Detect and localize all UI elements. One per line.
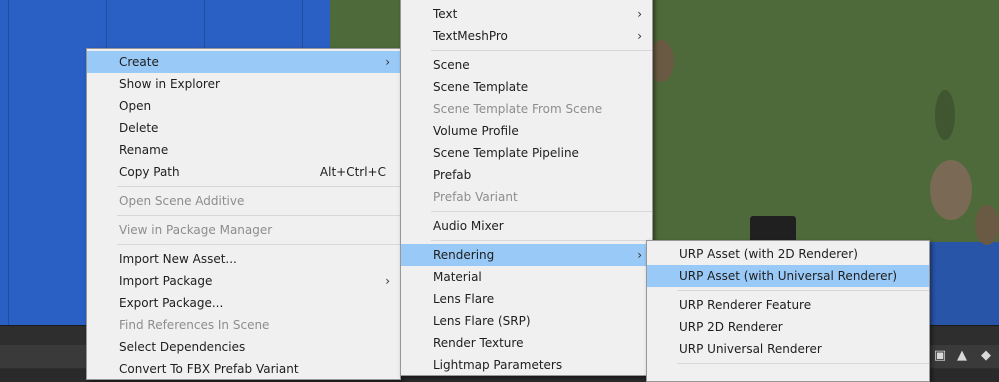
menu-separator xyxy=(677,290,929,291)
menu-item-label: Lens Flare xyxy=(433,292,495,306)
chevron-right-icon: › xyxy=(637,248,642,262)
prefab-icon[interactable]: ▲ xyxy=(952,346,972,366)
menu-item-open-scene-additive: Open Scene Additive xyxy=(87,190,400,212)
chevron-right-icon: › xyxy=(637,7,642,21)
menu-item-label: Create xyxy=(119,55,159,69)
create-submenu: Text › TextMeshPro › Scene Scene Templat… xyxy=(400,0,653,376)
menu-item-delete[interactable]: Delete xyxy=(87,117,400,139)
submenu-item-lens-flare-srp[interactable]: Lens Flare (SRP) xyxy=(401,310,652,332)
submenu-item-prefab-variant: Prefab Variant xyxy=(401,186,652,208)
submenu-item-scene[interactable]: Scene xyxy=(401,54,652,76)
submenu-item-scene-template-from-scene: Scene Template From Scene xyxy=(401,98,652,120)
menu-item-label: Import New Asset... xyxy=(119,252,237,266)
menu-item-label: View in Package Manager xyxy=(119,223,273,237)
menu-item-label: URP Universal Renderer xyxy=(679,342,822,356)
menu-item-label: Rendering xyxy=(433,248,495,262)
menu-item-rename[interactable]: Rename xyxy=(87,139,400,161)
submenu-item-volume-profile[interactable]: Volume Profile xyxy=(401,120,652,142)
submenu-item-material[interactable]: Material xyxy=(401,266,652,288)
submenu-item-urp-renderer-feature[interactable]: URP Renderer Feature xyxy=(647,294,929,316)
shortcut-label: Alt+Ctrl+C xyxy=(319,165,386,179)
submenu-item-lens-flare[interactable]: Lens Flare xyxy=(401,288,652,310)
submenu-item-rendering[interactable]: Rendering › xyxy=(401,244,652,266)
menu-item-convert-to-fbx[interactable]: Convert To FBX Prefab Variant xyxy=(87,358,400,380)
menu-item-view-in-package-manager: View in Package Manager xyxy=(87,219,400,241)
submenu-item-urp-2d-renderer[interactable]: URP 2D Renderer xyxy=(647,316,929,338)
menu-item-label: Rename xyxy=(119,143,169,157)
menu-item-label: Lightmap Parameters xyxy=(433,358,563,372)
menu-item-label: Volume Profile xyxy=(433,124,519,138)
menu-separator xyxy=(431,211,652,212)
menu-item-label: URP 2D Renderer xyxy=(679,320,783,334)
menu-item-open[interactable]: Open xyxy=(87,95,400,117)
menu-item-show-in-explorer[interactable]: Show in Explorer xyxy=(87,73,400,95)
tree-object xyxy=(975,205,999,245)
menu-item-select-dependencies[interactable]: Select Dependencies xyxy=(87,336,400,358)
menu-item-label: Prefab xyxy=(433,168,472,182)
menu-item-find-references: Find References In Scene xyxy=(87,314,400,336)
tag-icon[interactable]: ◆ xyxy=(976,346,996,366)
menu-item-label: URP Asset (with Universal Renderer) xyxy=(679,269,898,283)
submenu-item-prefab[interactable]: Prefab xyxy=(401,164,652,186)
menu-item-label: TextMeshPro xyxy=(433,29,508,43)
menu-item-label: Audio Mixer xyxy=(433,219,504,233)
submenu-item-urp-asset-2d[interactable]: URP Asset (with 2D Renderer) xyxy=(647,243,929,265)
submenu-item-lightmap-parameters[interactable]: Lightmap Parameters xyxy=(401,354,652,376)
submenu-item-urp-asset-universal[interactable]: URP Asset (with Universal Renderer) xyxy=(647,265,929,287)
menu-item-label: Prefab Variant xyxy=(433,190,518,204)
hierarchy-icon[interactable]: ▣ xyxy=(930,346,950,366)
menu-item-copy-path[interactable]: Copy Path Alt+Ctrl+C xyxy=(87,161,400,183)
menu-item-label: Select Dependencies xyxy=(119,340,246,354)
menu-item-label: Render Texture xyxy=(433,336,524,350)
menu-separator xyxy=(431,240,652,241)
menu-separator xyxy=(117,244,400,245)
menu-item-label: Open xyxy=(119,99,152,113)
menu-item-label: Open Scene Additive xyxy=(119,194,245,208)
menu-item-export-package[interactable]: Export Package... xyxy=(87,292,400,314)
menu-item-import-new-asset[interactable]: Import New Asset... xyxy=(87,248,400,270)
chevron-right-icon: › xyxy=(385,55,390,69)
menu-item-label: Text xyxy=(433,7,458,21)
chevron-right-icon: › xyxy=(385,274,390,288)
submenu-item-urp-universal-renderer[interactable]: URP Universal Renderer xyxy=(647,338,929,360)
tree-object xyxy=(935,90,955,140)
menu-item-label: Find References In Scene xyxy=(119,318,270,332)
menu-item-label: Import Package xyxy=(119,274,213,288)
menu-item-label: Scene Template Pipeline xyxy=(433,146,579,160)
menu-separator xyxy=(677,363,929,364)
menu-separator xyxy=(117,215,400,216)
menu-item-label: Scene Template xyxy=(433,80,529,94)
submenu-item-audio-mixer[interactable]: Audio Mixer xyxy=(401,215,652,237)
submenu-item-text[interactable]: Text › xyxy=(401,3,652,25)
submenu-item-scene-template-pipeline[interactable]: Scene Template Pipeline xyxy=(401,142,652,164)
submenu-item-textmeshpro[interactable]: TextMeshPro › xyxy=(401,25,652,47)
menu-item-label: Scene xyxy=(433,58,470,72)
menu-item-label: URP Asset (with 2D Renderer) xyxy=(679,247,858,261)
submenu-item-render-texture[interactable]: Render Texture xyxy=(401,332,652,354)
menu-separator xyxy=(117,186,400,187)
rendering-submenu: URP Asset (with 2D Renderer) URP Asset (… xyxy=(646,240,930,382)
chevron-right-icon: › xyxy=(637,29,642,43)
menu-item-create[interactable]: Create › xyxy=(87,51,400,73)
submenu-item-scene-template[interactable]: Scene Template xyxy=(401,76,652,98)
menu-item-import-package[interactable]: Import Package › xyxy=(87,270,400,292)
menu-item-label: Scene Template From Scene xyxy=(433,102,603,116)
menu-item-label: Lens Flare (SRP) xyxy=(433,314,531,328)
menu-item-label: Material xyxy=(433,270,482,284)
menu-item-label: Copy Path xyxy=(119,165,180,179)
menu-separator xyxy=(431,50,652,51)
menu-item-label: Convert To FBX Prefab Variant xyxy=(119,362,299,376)
menu-item-label: URP Renderer Feature xyxy=(679,298,812,312)
project-context-menu: Create › Show in Explorer Open Delete Re… xyxy=(86,48,401,380)
menu-item-label: Delete xyxy=(119,121,159,135)
menu-item-label: Show in Explorer xyxy=(119,77,220,91)
menu-item-label: Export Package... xyxy=(119,296,224,310)
tree-object xyxy=(930,160,972,220)
